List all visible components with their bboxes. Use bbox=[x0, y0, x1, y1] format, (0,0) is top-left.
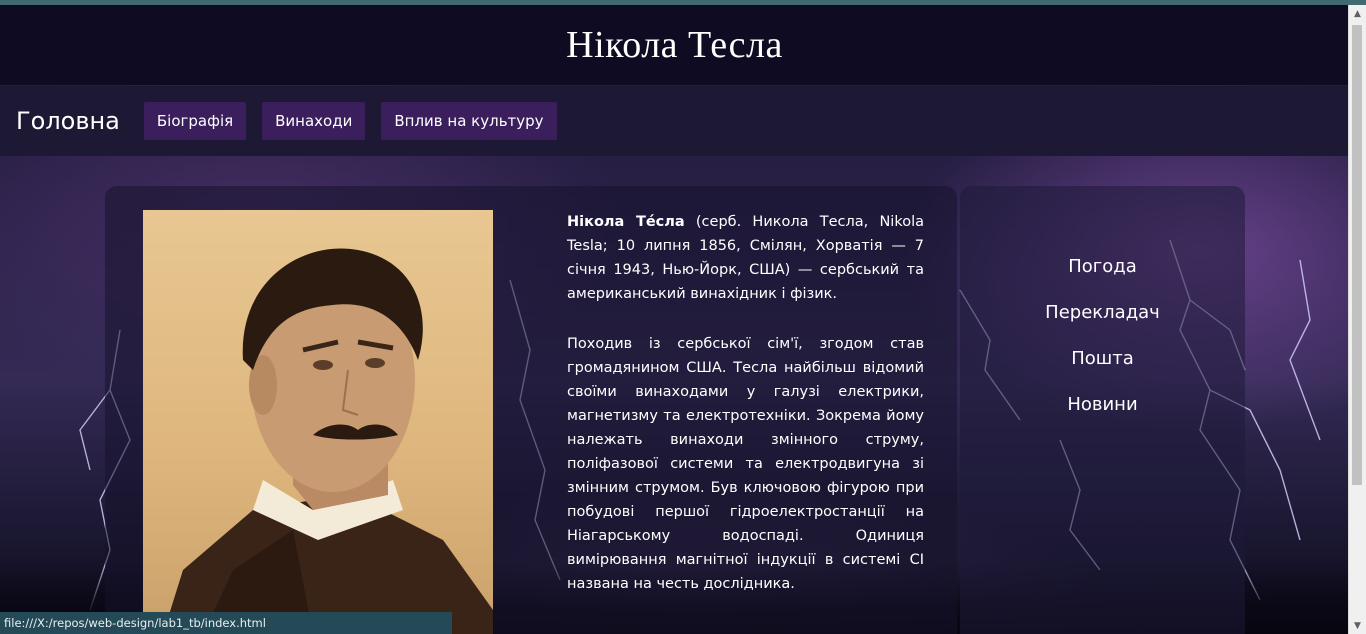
nav-button-biography[interactable]: Біографія bbox=[143, 102, 247, 140]
article-intro-paragraph: Нікола Те́сла (серб. Никола Тесла, Nikol… bbox=[567, 210, 924, 306]
nav-button-inventions[interactable]: Винаходи bbox=[262, 102, 366, 140]
page-title: Нікола Тесла bbox=[566, 24, 783, 66]
article-biography-paragraph: Походив із сербської сім'ї, згодом став … bbox=[567, 336, 924, 592]
sidebar-link-translator[interactable]: Перекладач bbox=[1045, 298, 1160, 344]
sidebar-links: Погода Перекладач Пошта Новини bbox=[960, 252, 1245, 436]
scroll-down-arrow-icon[interactable]: ▼ bbox=[1349, 617, 1366, 634]
article-subject-name: Нікола Те́сла bbox=[567, 214, 685, 230]
scroll-up-arrow-icon[interactable]: ▲ bbox=[1349, 5, 1366, 22]
vertical-scrollbar[interactable]: ▲ ▼ bbox=[1348, 5, 1366, 634]
site-header: Нікола Тесла bbox=[0, 5, 1349, 85]
tesla-portrait-image bbox=[143, 210, 493, 634]
nav-button-culture-impact[interactable]: Вплив на культуру bbox=[381, 102, 557, 140]
main-navigation: Головна Біографія Винаходи Вплив на куль… bbox=[0, 86, 1349, 156]
nav-home-link[interactable]: Головна bbox=[16, 107, 120, 135]
sidebar-link-news[interactable]: Новини bbox=[1067, 390, 1137, 436]
browser-status-bar: file:///X:/repos/web-design/lab1_tb/inde… bbox=[0, 612, 452, 634]
article-text: Нікола Те́сла (серб. Никола Тесла, Nikol… bbox=[567, 210, 924, 622]
sidebar-link-mail[interactable]: Пошта bbox=[1071, 344, 1134, 390]
sidebar-link-weather[interactable]: Погода bbox=[1068, 252, 1137, 298]
scrollbar-thumb[interactable] bbox=[1352, 25, 1362, 485]
